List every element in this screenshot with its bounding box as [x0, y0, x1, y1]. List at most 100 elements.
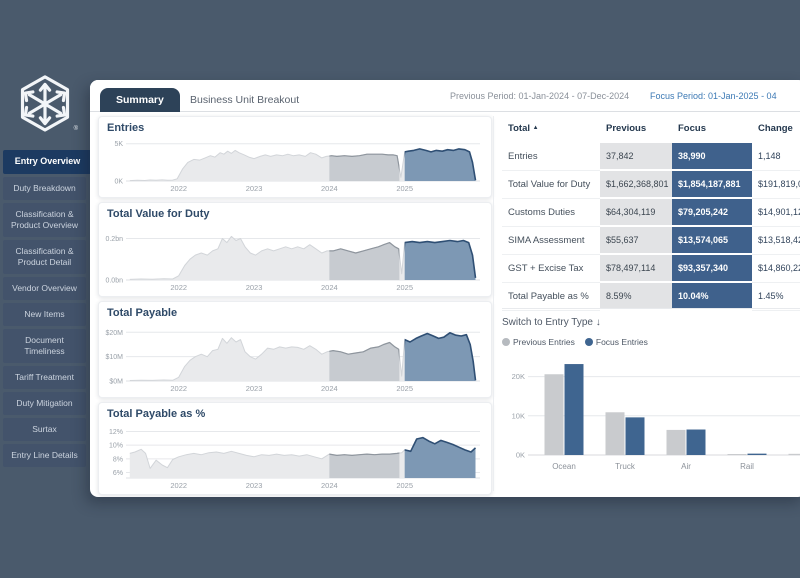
sidebar-item-entry-overview[interactable]: Entry Overview	[3, 150, 92, 174]
change-value[interactable]: 1.45%	[752, 283, 800, 311]
sidebar-item-surtax[interactable]: Surtax	[3, 418, 86, 441]
row-label[interactable]: Customs Duties	[502, 199, 600, 227]
sidebar-item-entry-line-details[interactable]: Entry Line Details	[3, 444, 86, 467]
entry-type-section: Switch to Entry Type ↓ Previous Entries F…	[502, 308, 800, 490]
focus-value[interactable]: 38,990	[672, 143, 752, 171]
table-header-change[interactable]: Change	[752, 116, 800, 143]
sidebar: ® Entry Overview Duty Breakdown Classifica…	[0, 0, 96, 578]
trend-charts-column: Entries 5K0K2022202320242025 Total Value…	[98, 116, 492, 497]
table-row: Total Payable as %8.59%10.04%1.45%	[502, 283, 800, 311]
tab-business-unit-breakout[interactable]: Business Unit Breakout	[180, 88, 309, 112]
svg-text:2024: 2024	[321, 283, 338, 292]
change-value[interactable]: $191,819,080	[752, 171, 800, 199]
bar-air-previous[interactable]	[667, 430, 686, 455]
tab-summary[interactable]: Summary	[100, 88, 180, 112]
svg-text:2022: 2022	[170, 384, 187, 393]
row-label[interactable]: GST + Excise Tax	[502, 255, 600, 283]
value-for-duty-chart-card: Total Value for Duty 0.2bn0.0bn202220232…	[98, 202, 492, 297]
hexagon-arrows-logo-icon	[16, 74, 74, 134]
focus-value[interactable]: $93,357,340	[672, 255, 752, 283]
sidebar-item-duty-breakdown[interactable]: Duty Breakdown	[3, 177, 86, 200]
svg-text:2025: 2025	[396, 184, 413, 193]
sidebar-item-duty-mitigation[interactable]: Duty Mitigation	[3, 392, 86, 415]
change-value[interactable]: $13,518,428	[752, 227, 800, 255]
table-header-total[interactable]: Total ▲	[502, 116, 600, 143]
summary-table: Total ▲PreviousFocusChange Entries37,8423…	[502, 116, 800, 311]
legend-item-previous-entries[interactable]: Previous Entries	[502, 337, 575, 347]
dashboard-background: ® Entry Overview Duty Breakdown Classifica…	[0, 0, 800, 578]
sidebar-nav: Entry Overview Duty Breakdown Classificati…	[2, 150, 96, 470]
total-payable-chart-card: Total Payable $20M$10M$0M202220232024202…	[98, 301, 492, 398]
payable-percent-chart-title: Total Payable as %	[99, 403, 491, 421]
bar-other-previous[interactable]	[789, 454, 800, 455]
registered-trademark: ®	[74, 126, 78, 132]
svg-text:2025: 2025	[396, 481, 413, 490]
svg-text:0.0bn: 0.0bn	[105, 278, 123, 285]
bar-truck-previous[interactable]	[606, 412, 625, 455]
sidebar-item-classification-product-overview[interactable]: Classification & Product Overview	[3, 203, 86, 237]
legend-label: Previous Entries	[513, 337, 575, 347]
entry-type-legend: Previous Entries Focus Entries	[502, 337, 800, 347]
switch-entry-type-control[interactable]: Switch to Entry Type ↓	[502, 317, 800, 328]
sidebar-item-tariff-treatment[interactable]: Tariff Treatment	[3, 366, 86, 389]
row-label[interactable]: Entries	[502, 143, 600, 171]
payable-percent-area-chart[interactable]: 12%10%8%6%2022202320242025	[99, 421, 485, 491]
sidebar-item-vendor-overview[interactable]: Vendor Overview	[3, 277, 86, 300]
sidebar-item-document-timeliness[interactable]: Document Timeliness	[3, 329, 86, 363]
bar-rail-focus[interactable]	[748, 454, 767, 455]
svg-text:5K: 5K	[114, 141, 123, 148]
svg-text:2022: 2022	[170, 481, 187, 490]
legend-dot-icon	[502, 338, 510, 346]
change-value[interactable]: $14,860,226	[752, 255, 800, 283]
legend-item-focus-entries[interactable]: Focus Entries	[585, 337, 648, 347]
bar-rail-previous[interactable]	[728, 454, 747, 455]
svg-text:6%: 6%	[113, 470, 123, 477]
value-for-duty-area-chart[interactable]: 0.2bn0.0bn2022202320242025	[99, 221, 485, 293]
focus-value[interactable]: $13,574,065	[672, 227, 752, 255]
table-row: Customs Duties$64,304,119$79,205,242$14,…	[502, 199, 800, 227]
focus-value[interactable]: $79,205,242	[672, 199, 752, 227]
svg-text:$10M: $10M	[105, 354, 123, 361]
svg-text:12%: 12%	[109, 429, 123, 436]
previous-value[interactable]: $78,497,114	[600, 255, 672, 283]
svg-text:2022: 2022	[170, 184, 187, 193]
svg-text:2025: 2025	[396, 283, 413, 292]
change-value[interactable]: $14,901,123	[752, 199, 800, 227]
focus-value[interactable]: 10.04%	[672, 283, 752, 311]
legend-dot-icon	[585, 338, 593, 346]
previous-value[interactable]: $1,662,368,801	[600, 171, 672, 199]
total-payable-area-chart[interactable]: $20M$10M$0M2022202320242025	[99, 320, 485, 394]
change-value[interactable]: 1,148	[752, 143, 800, 171]
sidebar-item-classification-product-detail[interactable]: Classification & Product Detail	[3, 240, 86, 274]
focus-value[interactable]: $1,854,187,881	[672, 171, 752, 199]
svg-text:20K: 20K	[512, 372, 525, 381]
bar-truck-focus[interactable]	[626, 417, 645, 455]
row-label[interactable]: Total Payable as %	[502, 283, 600, 311]
previous-value[interactable]: $55,637	[600, 227, 672, 255]
svg-text:2024: 2024	[321, 481, 338, 490]
payable-percent-chart-card: Total Payable as % 12%10%8%6%20222023202…	[98, 402, 492, 495]
svg-text:2023: 2023	[246, 481, 263, 490]
svg-text:2024: 2024	[321, 184, 338, 193]
previous-value[interactable]: 8.59%	[600, 283, 672, 311]
bar-ocean-focus[interactable]	[565, 364, 584, 455]
previous-value[interactable]: $64,304,119	[600, 199, 672, 227]
svg-text:2025: 2025	[396, 384, 413, 393]
row-label[interactable]: Total Value for Duty	[502, 171, 600, 199]
svg-text:2024: 2024	[321, 384, 338, 393]
previous-value[interactable]: 37,842	[600, 143, 672, 171]
table-header-previous[interactable]: Previous	[600, 116, 672, 143]
entries-chart-card: Entries 5K0K2022202320242025	[98, 116, 492, 198]
svg-text:Rail: Rail	[740, 462, 754, 471]
entry-type-bar-chart[interactable]: 0K10K20KOceanTruckAirRail	[502, 351, 800, 485]
bar-air-focus[interactable]	[687, 430, 706, 455]
svg-text:0K: 0K	[114, 179, 123, 186]
svg-text:0.2bn: 0.2bn	[105, 236, 123, 243]
table-row: GST + Excise Tax$78,497,114$93,357,340$1…	[502, 255, 800, 283]
entries-area-chart[interactable]: 5K0K2022202320242025	[99, 135, 485, 194]
row-label[interactable]: SIMA Assessment	[502, 227, 600, 255]
table-header-focus[interactable]: Focus	[672, 116, 752, 143]
svg-text:Ocean: Ocean	[552, 462, 576, 471]
sidebar-item-new-items[interactable]: New Items	[3, 303, 86, 326]
bar-ocean-previous[interactable]	[545, 374, 564, 455]
